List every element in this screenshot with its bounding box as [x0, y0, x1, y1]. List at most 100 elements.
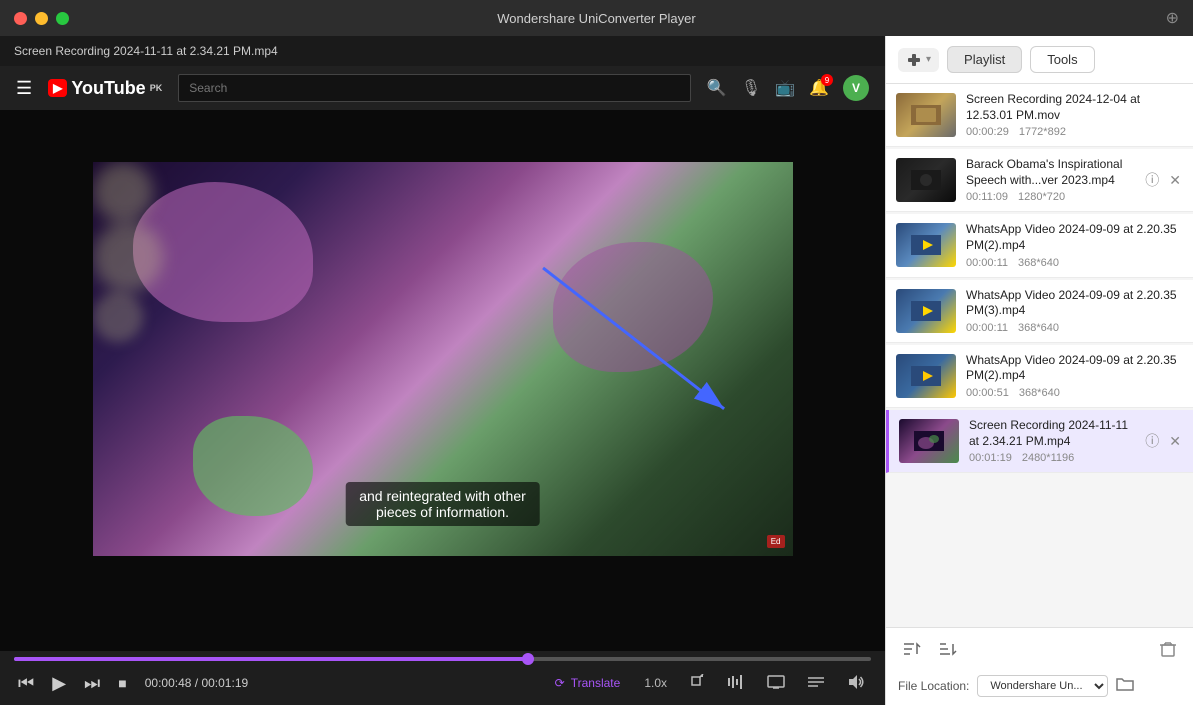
playlist-duration: 00:00:11: [966, 257, 1008, 269]
info-button[interactable]: ⓘ: [1143, 168, 1161, 192]
playlist-thumb: [896, 93, 956, 137]
sort-asc-button[interactable]: [898, 636, 926, 667]
display-button[interactable]: [761, 672, 791, 695]
skip-forward-button[interactable]: ⏭: [80, 671, 104, 696]
youtube-icon: ▶: [48, 79, 67, 97]
video-area[interactable]: ☰ ▶ YouTubePK 🔍 🎙 📺 🔔 9: [0, 66, 885, 651]
minimize-button[interactable]: [35, 12, 48, 25]
delete-button[interactable]: [1155, 636, 1181, 667]
youtube-search-bar[interactable]: [178, 74, 691, 102]
playlist-item[interactable]: WhatsApp Video 2024-09-09 at 2.20.35 PM(…: [886, 345, 1193, 408]
cell-shape-2: [553, 242, 713, 372]
window-controls[interactable]: [14, 12, 69, 25]
close-button[interactable]: [14, 12, 27, 25]
playlist-duration: 00:11:09: [966, 191, 1008, 203]
add-button[interactable]: ▾: [898, 48, 939, 72]
notifications[interactable]: 🔔 9: [809, 78, 829, 98]
prev-button[interactable]: ⏮: [14, 671, 38, 696]
stop-button[interactable]: ■: [114, 673, 130, 693]
playlist-info: Screen Recording 2024-12-04 at 12.53.01 …: [966, 92, 1183, 138]
subtitle-line1: and reintegrated with other: [359, 488, 526, 504]
maximize-button[interactable]: [56, 12, 69, 25]
translate-label: Translate: [571, 676, 621, 690]
menu-icon[interactable]: ☰: [16, 78, 32, 99]
playlist-meta: 00:01:19 2480*1196: [969, 452, 1133, 464]
youtube-logo[interactable]: ▶ YouTubePK: [48, 78, 162, 99]
playlist-name: WhatsApp Video 2024-09-09 at 2.20.35 PM(…: [966, 353, 1183, 384]
playlist-name: WhatsApp Video 2024-09-09 at 2.20.35 PM(…: [966, 222, 1183, 253]
playlist-list: Screen Recording 2024-12-04 at 12.53.01 …: [886, 84, 1193, 627]
user-avatar[interactable]: V: [843, 75, 869, 101]
cell-glow-1: [93, 162, 153, 222]
playlist-thumb: [896, 158, 956, 202]
playlist-meta: 00:00:11 368*640: [966, 257, 1183, 269]
playlist-duration: 00:00:29: [966, 126, 1009, 138]
translate-button[interactable]: ⟳ Translate: [547, 672, 629, 694]
subtitle-button[interactable]: [801, 673, 831, 694]
playlist-resolution: 368*640: [1018, 322, 1059, 334]
search-icon[interactable]: 🔍: [707, 78, 727, 98]
cell-glow-2: [93, 222, 163, 292]
mic-icon[interactable]: 🎙: [741, 78, 761, 98]
corner-badge: Ed: [767, 535, 785, 548]
playlist-info: WhatsApp Video 2024-09-09 at 2.20.35 PM(…: [966, 288, 1183, 334]
subtitle-box: and reintegrated with other pieces of in…: [345, 482, 540, 526]
translate-icon: ⟳: [555, 676, 565, 690]
playlist-info: Screen Recording 2024-11-11 at 2.34.21 P…: [969, 418, 1133, 464]
footer-location: File Location: Wondershare Un...: [898, 675, 1181, 697]
playlist-duration: 00:00:51: [966, 387, 1009, 399]
tools-tab[interactable]: Tools: [1030, 46, 1094, 73]
playlist-item[interactable]: Barack Obama's Inspirational Speech with…: [886, 149, 1193, 212]
location-label: File Location:: [898, 679, 969, 693]
playlist-name: Screen Recording 2024-11-11 at 2.34.21 P…: [969, 418, 1133, 449]
panel-tabs: ▾ Playlist Tools: [886, 36, 1193, 84]
folder-button[interactable]: [1116, 676, 1134, 697]
right-panel: ▾ Playlist Tools Screen Recording 2024-1…: [885, 36, 1193, 705]
playlist-item[interactable]: WhatsApp Video 2024-09-09 at 2.20.35 PM(…: [886, 280, 1193, 343]
location-select[interactable]: Wondershare Un...: [977, 675, 1108, 697]
playlist-name: Barack Obama's Inspirational Speech with…: [966, 157, 1133, 188]
playlist-actions: ⓘ ✕: [1143, 429, 1183, 453]
cell-glow-3: [93, 292, 143, 342]
info-button[interactable]: ⓘ: [1143, 429, 1161, 453]
total-time: 00:01:19: [201, 676, 248, 690]
time-display: 00:00:48 / 00:01:19: [145, 676, 248, 690]
playlist-tab[interactable]: Playlist: [947, 46, 1022, 73]
remove-button[interactable]: ✕: [1167, 170, 1183, 191]
video-frame: and reintegrated with other pieces of in…: [93, 162, 793, 556]
playlist-thumb: [899, 419, 959, 463]
current-time: 00:00:48: [145, 676, 192, 690]
speed-button[interactable]: 1.0x: [638, 674, 673, 692]
youtube-header: ☰ ▶ YouTubePK 🔍 🎙 📺 🔔 9: [0, 66, 885, 110]
progress-fill: [14, 657, 528, 661]
video-content: and reintegrated with other pieces of in…: [0, 66, 885, 651]
playlist-name: WhatsApp Video 2024-09-09 at 2.20.35 PM(…: [966, 288, 1183, 319]
sort-desc-button[interactable]: [934, 636, 962, 667]
audio-button[interactable]: [721, 672, 751, 695]
volume-button[interactable]: [841, 672, 871, 695]
playlist-thumb: [896, 354, 956, 398]
pin-icon[interactable]: ⊕: [1166, 8, 1179, 28]
youtube-pk: PK: [150, 83, 163, 93]
video-panel: Screen Recording 2024-11-11 at 2.34.21 P…: [0, 36, 885, 705]
youtube-icons: 🔍 🎙 📺 🔔 9 V: [707, 75, 869, 101]
cast-icon[interactable]: 📺: [775, 78, 795, 98]
playlist-meta: 00:11:09 1280*720: [966, 191, 1133, 203]
playlist-meta: 00:00:51 368*640: [966, 387, 1183, 399]
playlist-info: Barack Obama's Inspirational Speech with…: [966, 157, 1133, 203]
play-button[interactable]: ▶: [48, 671, 70, 696]
playlist-meta: 00:00:29 1772*892: [966, 126, 1183, 138]
playlist-item[interactable]: Screen Recording 2024-12-04 at 12.53.01 …: [886, 84, 1193, 147]
playlist-item[interactable]: WhatsApp Video 2024-09-09 at 2.20.35 PM(…: [886, 214, 1193, 277]
playlist-resolution: 2480*1196: [1022, 452, 1074, 464]
progress-track[interactable]: [14, 657, 871, 661]
youtube-overlay: ☰ ▶ YouTubePK 🔍 🎙 📺 🔔 9: [0, 66, 885, 110]
playlist-item-active[interactable]: Screen Recording 2024-11-11 at 2.34.21 P…: [886, 410, 1193, 473]
progress-area[interactable]: [0, 651, 885, 661]
crop-button[interactable]: [683, 672, 711, 695]
playlist-info: WhatsApp Video 2024-09-09 at 2.20.35 PM(…: [966, 222, 1183, 268]
remove-button[interactable]: ✕: [1167, 431, 1183, 452]
search-input[interactable]: [189, 81, 680, 95]
playlist-resolution: 1280*720: [1018, 191, 1065, 203]
video-title: Screen Recording 2024-11-11 at 2.34.21 P…: [0, 36, 885, 66]
